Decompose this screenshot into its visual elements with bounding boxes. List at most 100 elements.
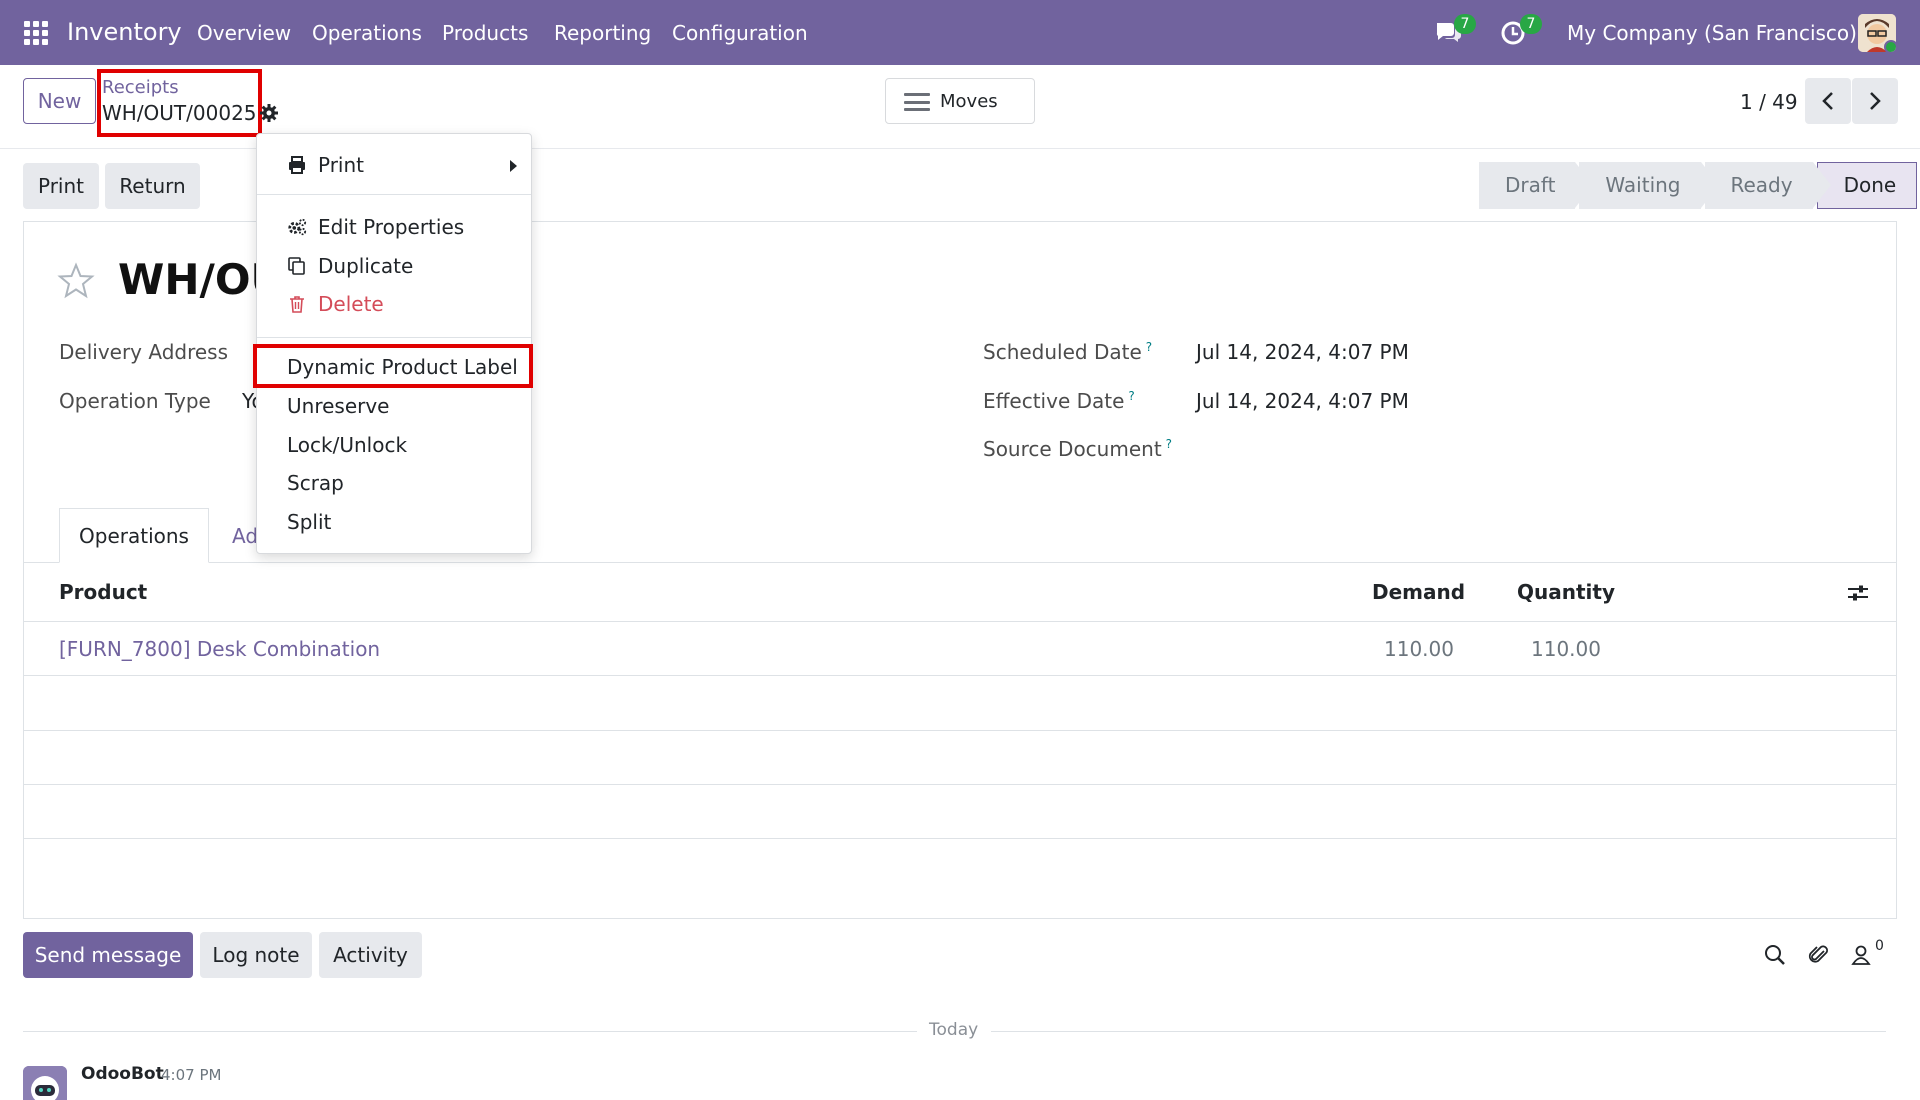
stage-waiting-label: Waiting — [1605, 173, 1681, 197]
dropdown-divider — [257, 337, 531, 338]
dropdown-print-label: Print — [318, 153, 365, 177]
breadcrumb-current: WH/OUT/00025 — [102, 101, 257, 125]
menu-operations[interactable]: Operations — [312, 21, 422, 45]
pager-previous-button[interactable] — [1805, 78, 1851, 124]
search-icon[interactable] — [1763, 943, 1787, 967]
new-button[interactable]: New — [23, 78, 96, 124]
printer-icon — [289, 156, 305, 174]
dynamic-product-label-highlight — [253, 344, 533, 388]
activity-button[interactable]: Activity — [319, 932, 422, 978]
pager-next-button[interactable] — [1852, 78, 1898, 124]
log-note-button[interactable]: Log note — [200, 932, 312, 978]
table-row-product[interactable]: [FURN_7800] Desk Combination — [59, 637, 380, 661]
effective-date-label: Effective Date? — [983, 389, 1135, 413]
online-status-dot — [1884, 40, 1896, 52]
help-icon[interactable]: ? — [1146, 340, 1152, 354]
cogs-icon — [288, 218, 307, 236]
dropdown-scrap[interactable]: Scrap — [257, 465, 531, 501]
stage-done[interactable]: Done — [1816, 162, 1918, 209]
activities-button[interactable]: 7 — [1500, 14, 1542, 49]
print-button[interactable]: Print — [23, 163, 99, 209]
breadcrumb-parent[interactable]: Receipts — [102, 77, 179, 98]
help-icon[interactable]: ? — [1128, 389, 1134, 403]
messages-button[interactable]: 7 — [1434, 14, 1476, 49]
menu-overview[interactable]: Overview — [197, 21, 291, 45]
stage-draft[interactable]: Draft — [1479, 162, 1594, 209]
scheduled-date-label: Scheduled Date? — [983, 340, 1152, 364]
date-divider-label: Today — [929, 1020, 979, 1040]
stage-draft-label: Draft — [1505, 173, 1556, 197]
robot-icon — [23, 1066, 67, 1100]
date-divider-right — [991, 1031, 1886, 1032]
table-row-demand[interactable]: 110.00 — [1384, 637, 1454, 661]
app-name[interactable]: Inventory — [67, 18, 182, 46]
dropdown-unreserve-label: Unreserve — [287, 394, 390, 418]
company-switcher[interactable]: My Company (San Francisco) — [1567, 21, 1857, 45]
effective-date-label-text: Effective Date — [983, 389, 1125, 413]
activities-count-badge: 7 — [1520, 14, 1542, 34]
gear-icon[interactable] — [259, 103, 279, 123]
chevron-right-icon — [1870, 92, 1881, 110]
dropdown-delete[interactable]: Delete — [257, 286, 531, 322]
return-button[interactable]: Return — [105, 163, 200, 209]
table-row-divider — [23, 675, 1897, 676]
operation-type-label: Operation Type — [59, 389, 211, 413]
send-message-button[interactable]: Send message — [23, 932, 193, 978]
dropdown-duplicate-label: Duplicate — [318, 254, 414, 278]
top-navbar: Inventory Overview Operations Products R… — [0, 0, 1920, 65]
apps-menu-icon[interactable] — [24, 21, 48, 45]
table-row-divider — [23, 784, 1897, 785]
column-header-product[interactable]: Product — [59, 580, 147, 604]
chevron-left-icon — [1822, 92, 1833, 110]
caret-right-icon — [510, 160, 517, 172]
dropdown-unreserve[interactable]: Unreserve — [257, 388, 531, 424]
scheduled-date-value[interactable]: Jul 14, 2024, 4:07 PM — [1196, 340, 1409, 364]
dropdown-print[interactable]: Print — [257, 147, 531, 183]
dropdown-divider — [257, 194, 531, 195]
followers-count: 0 — [1875, 938, 1884, 954]
dropdown-scrap-label: Scrap — [287, 471, 344, 495]
pager-value[interactable]: 1 / 49 — [1740, 90, 1798, 114]
message-author[interactable]: OdooBot — [81, 1064, 164, 1084]
dropdown-split[interactable]: Split — [257, 504, 531, 540]
status-bar: Draft Waiting Ready Done — [1479, 162, 1920, 209]
list-icon — [904, 93, 930, 111]
help-icon[interactable]: ? — [1166, 437, 1172, 451]
optional-columns-icon[interactable] — [1847, 583, 1869, 603]
dropdown-split-label: Split — [287, 510, 332, 534]
user-avatar[interactable] — [1858, 14, 1896, 52]
menu-configuration[interactable]: Configuration — [672, 21, 808, 45]
source-document-label-text: Source Document — [983, 437, 1162, 461]
stage-done-label: Done — [1843, 173, 1897, 197]
dropdown-lock-unlock-label: Lock/Unlock — [287, 433, 408, 457]
star-icon[interactable] — [57, 262, 95, 300]
column-header-demand[interactable]: Demand — [1372, 580, 1465, 604]
table-row-divider — [23, 838, 1897, 839]
stage-waiting[interactable]: Waiting — [1579, 162, 1719, 209]
copy-icon — [288, 257, 305, 275]
follower-icon[interactable] — [1849, 943, 1873, 967]
source-document-label: Source Document? — [983, 437, 1172, 461]
table-row-quantity[interactable]: 110.00 — [1531, 637, 1601, 661]
dropdown-duplicate[interactable]: Duplicate — [257, 248, 531, 284]
table-header-divider — [23, 621, 1897, 622]
stage-ready[interactable]: Ready — [1704, 162, 1831, 209]
delivery-address-label: Delivery Address — [59, 340, 229, 364]
dropdown-delete-label: Delete — [318, 292, 384, 316]
dropdown-edit-properties[interactable]: Edit Properties — [257, 209, 531, 245]
odoobot-avatar[interactable] — [23, 1066, 67, 1100]
menu-reporting[interactable]: Reporting — [554, 21, 651, 45]
menu-products[interactable]: Products — [442, 21, 528, 45]
moves-label: Moves — [940, 91, 998, 112]
scheduled-date-label-text: Scheduled Date — [983, 340, 1142, 364]
stage-ready-label: Ready — [1730, 173, 1793, 197]
tabs-divider — [23, 562, 1897, 563]
message-timestamp: 4:07 PM — [161, 1066, 222, 1084]
column-header-quantity[interactable]: Quantity — [1517, 580, 1615, 604]
moves-smart-button[interactable]: Moves — [885, 78, 1035, 124]
tab-additional-info[interactable]: Ad — [232, 524, 258, 548]
tab-operations[interactable]: Operations — [59, 508, 209, 563]
messages-count-badge: 7 — [1454, 14, 1476, 34]
paperclip-icon[interactable] — [1807, 943, 1831, 967]
dropdown-lock-unlock[interactable]: Lock/Unlock — [257, 427, 531, 463]
